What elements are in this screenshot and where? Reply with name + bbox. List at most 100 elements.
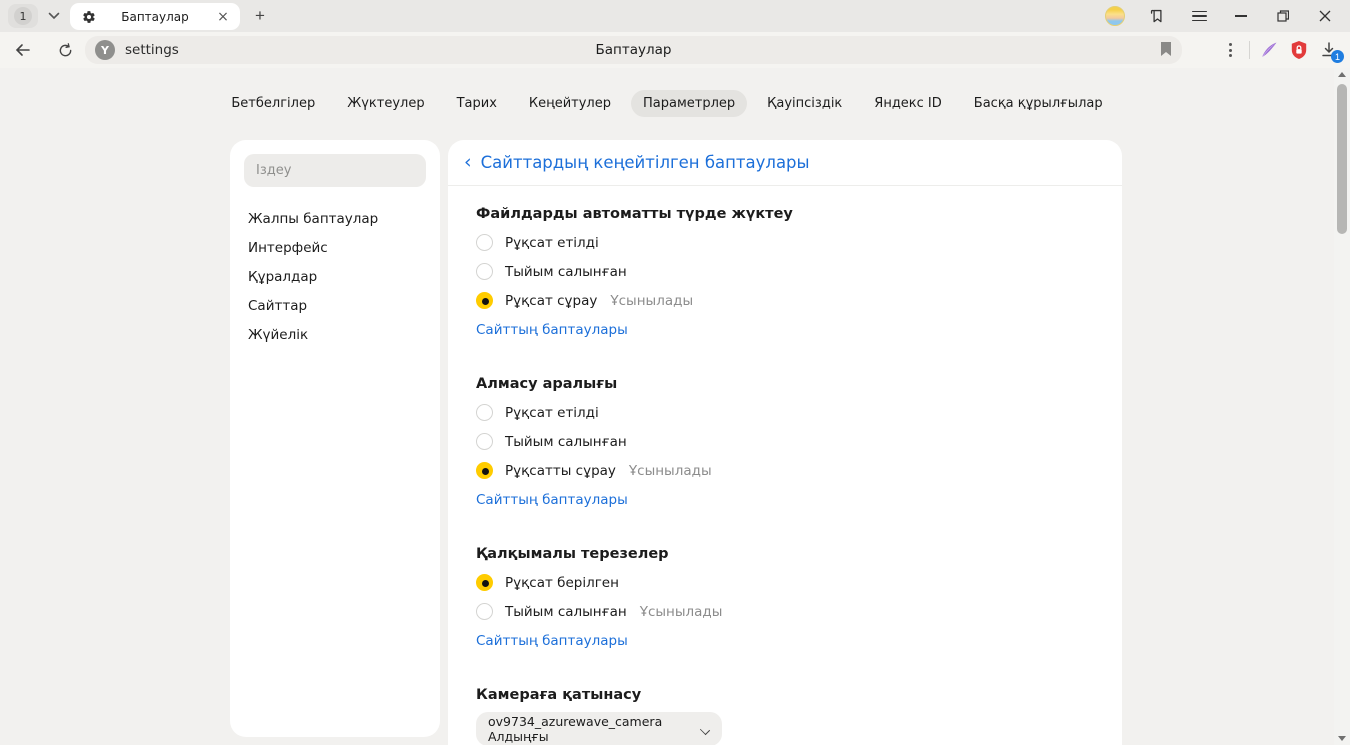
close-window-button[interactable] <box>1308 2 1342 30</box>
radio-option[interactable]: Тыйым салынған Ұсынылады <box>476 597 1094 626</box>
nav-tab[interactable]: Бетбелгілер <box>219 90 327 117</box>
sidebar-items: Жалпы баптауларИнтерфейсҚұралдарСайттарЖ… <box>244 204 426 349</box>
radio-icon <box>476 234 493 251</box>
settings-section: Қалқымалы терезелер Рұқсат берілген Тыйым … <box>476 546 1094 649</box>
address-input[interactable]: Y settings Баптаулар <box>85 36 1182 64</box>
recommended-note: Ұсынылады <box>610 293 693 309</box>
camera-device-select[interactable]: ov9734_azurewave_camera Алдыңғы <box>476 712 722 745</box>
site-settings-link[interactable]: Сайттың баптаулары <box>476 492 628 508</box>
radio-label: Рұқсатты сұрау <box>505 463 616 479</box>
nav-tab[interactable]: Яндекс ID <box>862 90 954 117</box>
radio-icon <box>476 574 493 591</box>
radio-label: Рұқсат сұрау <box>505 293 597 309</box>
site-settings-link[interactable]: Сайттың баптаулары <box>476 633 628 649</box>
section-title: Камераға қатынасу <box>476 687 1094 703</box>
browser-tab[interactable]: Баптаулар × <box>70 3 240 30</box>
gear-icon <box>82 10 96 24</box>
radio-option[interactable]: Рұқсат етілді <box>476 398 1094 427</box>
settings-nav: Бетбелгілер Жүктеулер Тарих Кеңейтулер Парам… <box>0 90 1334 117</box>
scrollbar-thumb[interactable] <box>1337 84 1347 234</box>
settings-main-card: ‹ Сайттардың кеңейтілген баптаулары Файл… <box>448 140 1122 745</box>
tab-strip: 1 Баптаулар × + <box>0 0 1350 32</box>
downloads-button[interactable]: 1 <box>1314 36 1344 64</box>
nav-tab[interactable]: Параметрлер <box>631 90 747 117</box>
tab-close-icon[interactable]: × <box>214 8 232 26</box>
protect-shield-icon[interactable] <box>1284 36 1314 64</box>
sidebar-item[interactable]: Сайттар <box>244 291 426 320</box>
nav-tab[interactable]: Кеңейтулер <box>517 90 623 117</box>
page-heading: Сайттардың кеңейтілген баптаулары <box>481 153 810 172</box>
side-panels-icon[interactable] <box>1140 2 1174 30</box>
downloads-count-badge: 1 <box>1331 50 1344 63</box>
radio-option[interactable]: Тыйым салынған <box>476 257 1094 286</box>
sidebar-item[interactable]: Құралдар <box>244 262 426 291</box>
url-text: settings <box>125 42 179 58</box>
radio-label: Тыйым салынған <box>505 434 627 450</box>
sidebar-item[interactable]: Жалпы баптаулар <box>244 204 426 233</box>
radio-icon <box>476 462 493 479</box>
minimize-icon <box>1235 15 1247 17</box>
nav-tab[interactable]: Қауіпсіздік <box>755 90 854 117</box>
recommended-note: Ұсынылады <box>640 604 723 620</box>
scrollbar[interactable] <box>1334 68 1350 745</box>
radio-label: Рұқсат етілді <box>505 405 599 421</box>
sections: Файлдарды автоматты түрде жүктеу Рұқсат е… <box>448 186 1122 745</box>
avatar <box>1105 6 1125 26</box>
menu-icon[interactable] <box>1182 2 1216 30</box>
new-tab-button[interactable]: + <box>248 4 272 28</box>
section-title: Алмасу аралығы <box>476 376 1094 392</box>
radio-label: Рұқсат берілген <box>505 575 619 591</box>
nav-tab[interactable]: Жүктеулер <box>335 90 436 117</box>
chevron-down-icon <box>701 725 710 734</box>
recommended-note: Ұсынылады <box>629 463 712 479</box>
radio-label: Рұқсат етілді <box>505 235 599 251</box>
reload-button[interactable] <box>52 37 78 63</box>
radio-label: Тыйым салынған <box>505 604 627 620</box>
radio-option[interactable]: Рұқсат берілген <box>476 568 1094 597</box>
nav-tab[interactable]: Тарих <box>445 90 509 117</box>
radio-icon <box>476 404 493 421</box>
address-bar-row: Y settings Баптаулар 1 <box>0 32 1350 68</box>
radio-icon <box>476 263 493 280</box>
minimize-button[interactable] <box>1224 2 1258 30</box>
settings-section: Файлдарды автоматты түрде жүктеу Рұқсат е… <box>476 206 1094 338</box>
tab-count-button[interactable]: 1 <box>8 4 38 28</box>
sidebar-item[interactable]: Жүйелік <box>244 320 426 349</box>
radio-option[interactable]: Рұқсатты сұрау Ұсынылады <box>476 456 1094 485</box>
restore-button[interactable] <box>1266 2 1300 30</box>
back-heading[interactable]: ‹ Сайттардың кеңейтілген баптаулары <box>448 140 1122 186</box>
back-button[interactable] <box>10 37 36 63</box>
tab-list-chevron-button[interactable] <box>42 4 66 28</box>
radio-label: Тыйым салынған <box>505 264 627 280</box>
extensions-kebab-icon[interactable] <box>1215 36 1245 64</box>
scroll-down-arrow-icon[interactable] <box>1338 736 1346 741</box>
section-title: Файлдарды автоматты түрде жүктеу <box>476 206 1094 222</box>
scroll-up-arrow-icon[interactable] <box>1338 72 1346 77</box>
tab-title: Баптаулар <box>96 10 214 24</box>
chevron-down-icon <box>48 12 60 20</box>
radio-option[interactable]: Рұқсат етілді <box>476 228 1094 257</box>
section-title: Қалқымалы терезелер <box>476 546 1094 562</box>
profile-avatar-button[interactable] <box>1098 2 1132 30</box>
radio-option[interactable]: Рұқсат сұрау Ұсынылады <box>476 286 1094 315</box>
settings-sidebar: Жалпы баптауларИнтерфейсҚұралдарСайттарЖ… <box>230 140 440 737</box>
restore-icon <box>1277 10 1289 22</box>
close-icon <box>1319 10 1331 22</box>
search-input[interactable] <box>244 154 426 187</box>
sidebar-item[interactable]: Интерфейс <box>244 233 426 262</box>
page-title: Баптаулар <box>85 42 1182 58</box>
radio-icon <box>476 433 493 450</box>
settings-section: Алмасу аралығы Рұқсат етілді Тыйым салынға… <box>476 376 1094 508</box>
settings-section: Камераға қатынасу ov9734_azurewave_camera… <box>476 687 1094 745</box>
radio-option[interactable]: Тыйым салынған <box>476 427 1094 456</box>
chevron-left-icon: ‹ <box>464 153 472 172</box>
radio-icon <box>476 603 493 620</box>
site-icon: Y <box>95 40 115 60</box>
select-value: ov9734_azurewave_camera Алдыңғы <box>488 714 693 744</box>
feather-extension-icon[interactable] <box>1254 36 1284 64</box>
nav-tab[interactable]: Басқа құрылғылар <box>962 90 1115 117</box>
settings-page: Бетбелгілер Жүктеулер Тарих Кеңейтулер Парам… <box>0 68 1350 745</box>
bookmark-icon[interactable] <box>1160 41 1172 57</box>
radio-icon <box>476 292 493 309</box>
site-settings-link[interactable]: Сайттың баптаулары <box>476 322 628 338</box>
